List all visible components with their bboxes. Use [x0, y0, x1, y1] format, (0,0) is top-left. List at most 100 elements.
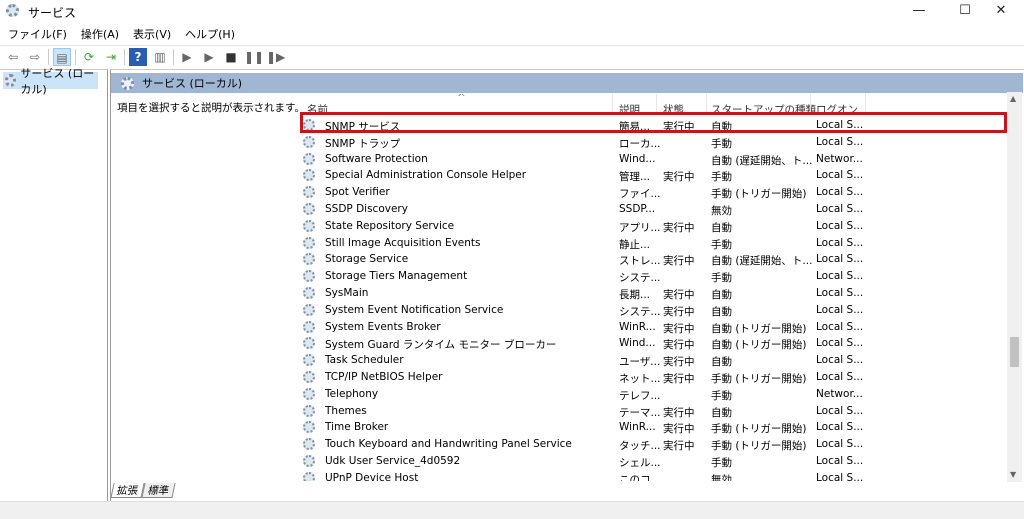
cell-startup: 手動 — [711, 238, 732, 251]
cell-status: 実行中 — [663, 221, 695, 234]
pause-service-icon[interactable]: ❚❚ — [244, 48, 264, 66]
cell-desc: テレフ... — [619, 389, 661, 402]
cell-startup: 自動 — [711, 406, 732, 419]
cell-startup: 手動 (トリガー開始) — [711, 373, 807, 385]
service-row[interactable]: UPnP Device Host このコ... 無効 Local S... — [299, 470, 1009, 481]
cell-status: 実行中 — [663, 339, 695, 352]
cell-status: 実行中 — [663, 322, 695, 335]
service-gear-icon — [303, 337, 315, 350]
tab-standard[interactable]: 標準 — [141, 483, 176, 498]
cell-logon: Local S... — [816, 169, 864, 182]
cell-logon: Local S... — [816, 203, 864, 215]
cell-logon: Local S... — [816, 455, 864, 467]
close-button[interactable]: ✕ — [978, 0, 1024, 22]
pane-header-title: サービス (ローカル) — [142, 77, 243, 90]
cell-name: Spot Verifier — [325, 186, 390, 199]
cell-name: UPnP Device Host — [325, 471, 419, 481]
view-tabs: 拡張 標準 — [110, 483, 176, 498]
toolbar: ⇦ ⇨ ▤ ⟳ ⇥ ? ▥ ▶ ▶ ■ ❚❚ ❚▶ — [0, 45, 1024, 67]
scrollbar-thumb[interactable] — [1010, 337, 1019, 367]
cell-status: 実行中 — [663, 440, 695, 453]
scroll-down-icon[interactable]: ▼ — [1010, 470, 1016, 479]
cell-name: Touch Keyboard and Handwriting Panel Ser… — [325, 438, 572, 451]
service-row[interactable]: System Guard ランタイム モニター ブローカー Wind... 実行中 自… — [299, 335, 1009, 352]
service-row[interactable]: SSDP Discovery SSDP... 無効 Local S... — [299, 201, 1009, 218]
cell-desc: WinR... — [619, 421, 656, 434]
service-row[interactable]: Time Broker WinR... 実行中 手動 (トリガー開始) Local S.… — [299, 419, 1009, 436]
service-row[interactable]: Udk User Service_4d0592 シェル... 手動 Local S..… — [299, 453, 1009, 470]
service-row[interactable]: System Event Notification Service システ... 実… — [299, 302, 1009, 319]
cell-startup: 手動 — [711, 389, 732, 402]
description-text: 項目を選択すると説明が表示されます。 — [117, 102, 305, 114]
column-divider[interactable] — [810, 94, 811, 114]
cell-desc: WinR... — [619, 320, 656, 333]
cell-startup: 手動 — [711, 171, 732, 184]
service-row[interactable]: Spot Verifier ファイ... 手動 (トリガー開始) Local S... — [299, 184, 1009, 201]
service-row[interactable]: TCP/IP NetBIOS Helper ネット... 実行中 手動 (トリガー開始… — [299, 369, 1009, 386]
service-gear-icon — [303, 303, 315, 316]
service-gear-icon — [303, 320, 315, 333]
cell-name: System Events Broker — [325, 320, 441, 333]
export-list-icon[interactable]: ⇥ — [102, 48, 120, 66]
column-divider[interactable] — [865, 94, 866, 114]
start-service-icon[interactable]: ▶ — [178, 48, 196, 66]
service-gear-icon — [303, 203, 315, 215]
service-row[interactable]: Storage Tiers Management システ... 手動 Local S.… — [299, 268, 1009, 285]
service-gear-icon — [303, 236, 315, 249]
cell-logon: Networ... — [816, 387, 863, 400]
cell-startup: 自動 (トリガー開始) — [711, 339, 807, 352]
cell-logon: Local S... — [816, 135, 864, 148]
column-divider[interactable] — [706, 94, 707, 114]
start-service-alt-icon[interactable]: ▶ — [200, 48, 218, 66]
service-row[interactable]: Storage Service ストレ... 実行中 自動 (遅延開始、ト... Loc… — [299, 251, 1009, 268]
cell-startup: 無効 — [711, 205, 732, 217]
menu-file[interactable]: ファイル(F) — [8, 26, 67, 42]
cell-logon: Local S... — [816, 337, 864, 350]
column-divider[interactable] — [656, 94, 657, 114]
menu-action[interactable]: 操作(A) — [81, 26, 119, 42]
column-divider[interactable] — [612, 94, 613, 114]
restart-service-icon[interactable]: ❚▶ — [266, 48, 285, 66]
menu-view[interactable]: 表示(V) — [133, 26, 171, 42]
refresh-icon[interactable]: ⟳ — [80, 48, 98, 66]
cell-logon: Local S... — [816, 219, 864, 232]
cell-startup: 自動 (遅延開始、ト... — [711, 154, 813, 167]
scroll-up-icon[interactable]: ▲ — [1010, 94, 1016, 103]
service-row[interactable]: Themes テーマ... 実行中 自動 Local S... — [299, 403, 1009, 420]
properties-pane-icon[interactable]: ▥ — [151, 48, 169, 66]
tree-item-services-local[interactable]: サービス (ローカル) — [3, 67, 98, 96]
service-row[interactable]: Special Administration Console Helper 管理.… — [299, 167, 1009, 184]
cell-name: SNMP トラップ — [325, 137, 401, 150]
cell-logon: Networ... — [816, 152, 863, 165]
service-row[interactable]: Touch Keyboard and Handwriting Panel Ser… — [299, 436, 1009, 453]
help-icon[interactable]: ? — [129, 47, 147, 66]
stop-service-icon[interactable]: ■ — [222, 48, 240, 66]
service-row[interactable]: Task Scheduler ユーザ... 実行中 自動 Local S... — [299, 352, 1009, 369]
service-row[interactable]: System Events Broker WinR... 実行中 自動 (トリガー開始… — [299, 319, 1009, 336]
back-arrow-icon[interactable]: ⇦ — [4, 48, 22, 66]
minimize-button[interactable]: — — [896, 0, 942, 22]
service-row[interactable]: Software Protection Wind... 自動 (遅延開始、ト... N… — [299, 151, 1009, 168]
cell-logon: Local S... — [816, 270, 864, 283]
cell-name: SysMain — [325, 287, 369, 299]
service-gear-icon — [303, 455, 315, 467]
service-row[interactable]: SysMain 長期... 実行中 自動 Local S... — [299, 285, 1009, 302]
service-row[interactable]: SNMP トラップ ローカ... 手動 Local S... — [299, 134, 1009, 151]
service-gear-icon — [303, 404, 315, 417]
cell-desc: ストレ... — [619, 255, 661, 268]
tab-extended[interactable]: 拡張 — [110, 483, 145, 498]
show-hide-console-tree-icon[interactable]: ▤ — [53, 47, 71, 66]
service-row[interactable]: State Repository Service アプリ... 実行中 自動 Local… — [299, 218, 1009, 235]
menu-bar: ファイル(F) 操作(A) 表示(V) ヘルプ(H) — [0, 24, 1024, 44]
cell-name: State Repository Service — [325, 219, 455, 232]
service-row[interactable]: Still Image Acquisition Events 静止... 手動 Loc… — [299, 235, 1009, 252]
forward-arrow-icon[interactable]: ⇨ — [26, 48, 44, 66]
cell-desc: 長期... — [619, 289, 651, 301]
menu-help[interactable]: ヘルプ(H) — [185, 26, 235, 42]
cell-logon: Local S... — [816, 438, 864, 451]
cell-startup: 手動 — [711, 272, 732, 285]
cell-startup: 手動 (トリガー開始) — [711, 440, 807, 453]
vertical-scrollbar[interactable]: ▲ ▼ — [1007, 92, 1022, 482]
cell-startup: 自動 — [711, 289, 732, 301]
service-row[interactable]: Telephony テレフ... 手動 Networ... — [299, 386, 1009, 403]
